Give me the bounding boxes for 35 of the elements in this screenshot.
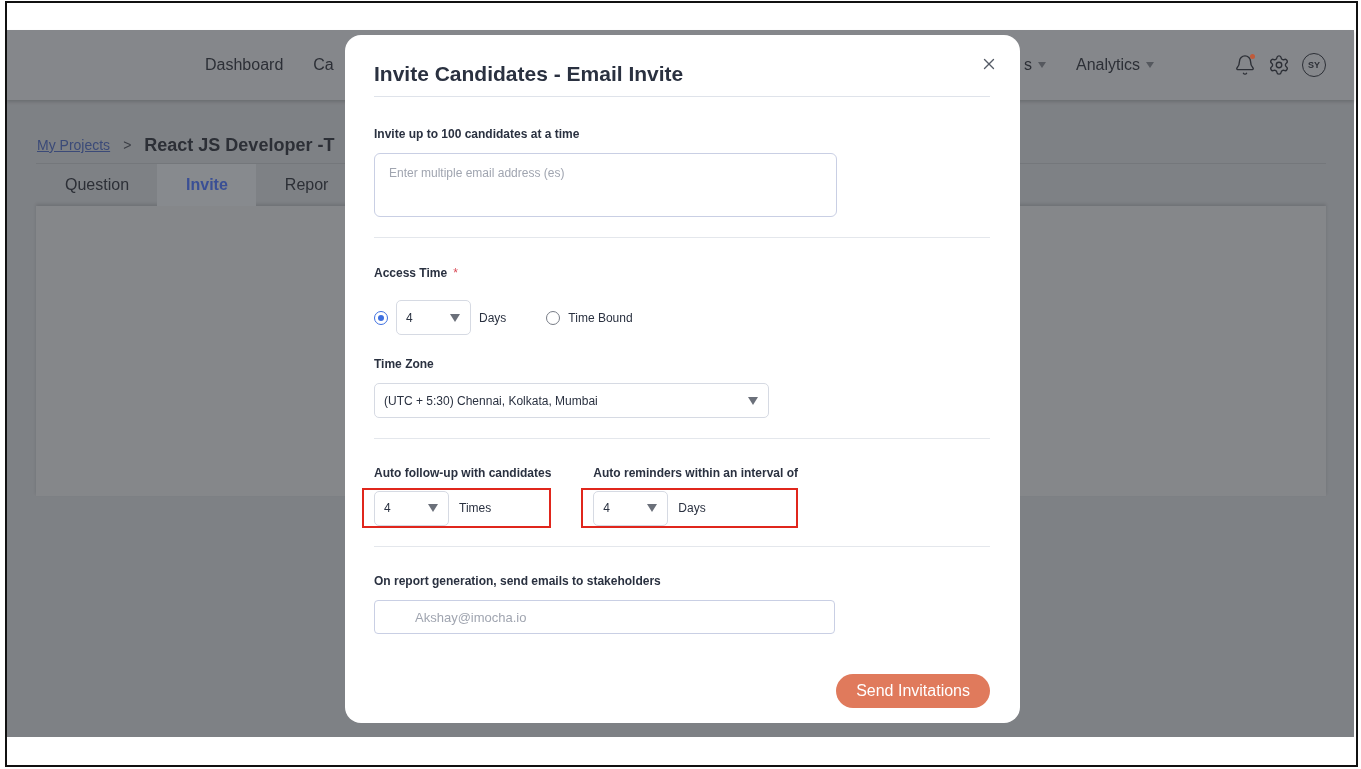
send-invitations-button[interactable]: Send Invitations	[836, 674, 990, 708]
caret-icon	[748, 396, 758, 405]
nav-item[interactable]: Analytics	[1075, 56, 1154, 74]
caret-icon	[450, 313, 460, 322]
caret-icon	[428, 504, 438, 512]
tab[interactable]: Invite	[157, 164, 256, 206]
nav-item[interactable]: s	[1023, 56, 1046, 74]
unit-label: Days	[479, 310, 507, 325]
unit-label: Times	[459, 501, 492, 515]
field-label: Auto reminders within an interval of	[593, 466, 799, 480]
field-label: Auto follow-up with candidates	[374, 466, 552, 480]
field-label: Time Zone	[374, 357, 435, 371]
stakeholder-email-field[interactable]: Akshay@imocha.io	[374, 600, 835, 634]
required-mark: *	[453, 266, 458, 282]
count-select[interactable]: 4	[374, 490, 449, 526]
field-label: On report generation, send emails to stakeholders	[374, 574, 662, 588]
settings-icon[interactable]	[1268, 54, 1290, 76]
breadcrumb-link[interactable]: My Projects	[37, 137, 111, 153]
project-title: React JS Developer -T	[144, 134, 335, 156]
breadcrumb-separator: >	[123, 137, 132, 153]
dialog-title: Invite Candidates - Email Invite	[374, 61, 684, 86]
unit-label: Days	[678, 501, 706, 515]
count-select[interactable]: 4	[593, 490, 669, 526]
tab[interactable]: Question	[36, 164, 158, 206]
days-select[interactable]: 4	[396, 300, 471, 335]
nav-item[interactable]: Ca	[313, 56, 334, 74]
nav-item[interactable]: Dashboard	[205, 56, 284, 74]
option-label[interactable]: Time Bound	[568, 310, 633, 325]
field-label: Access Time	[374, 266, 448, 280]
timezone-select[interactable]: (UTC + 5:30) Chennai, Kolkata, Mumbai	[374, 383, 769, 418]
caret-icon	[647, 504, 658, 512]
field-label: Invite up to 100 candidates at a time	[374, 127, 581, 141]
bell-icon[interactable]	[1234, 54, 1256, 76]
tab[interactable]: Repor	[255, 164, 357, 206]
email-field[interactable]: Enter multiple email address (es)	[374, 153, 837, 217]
